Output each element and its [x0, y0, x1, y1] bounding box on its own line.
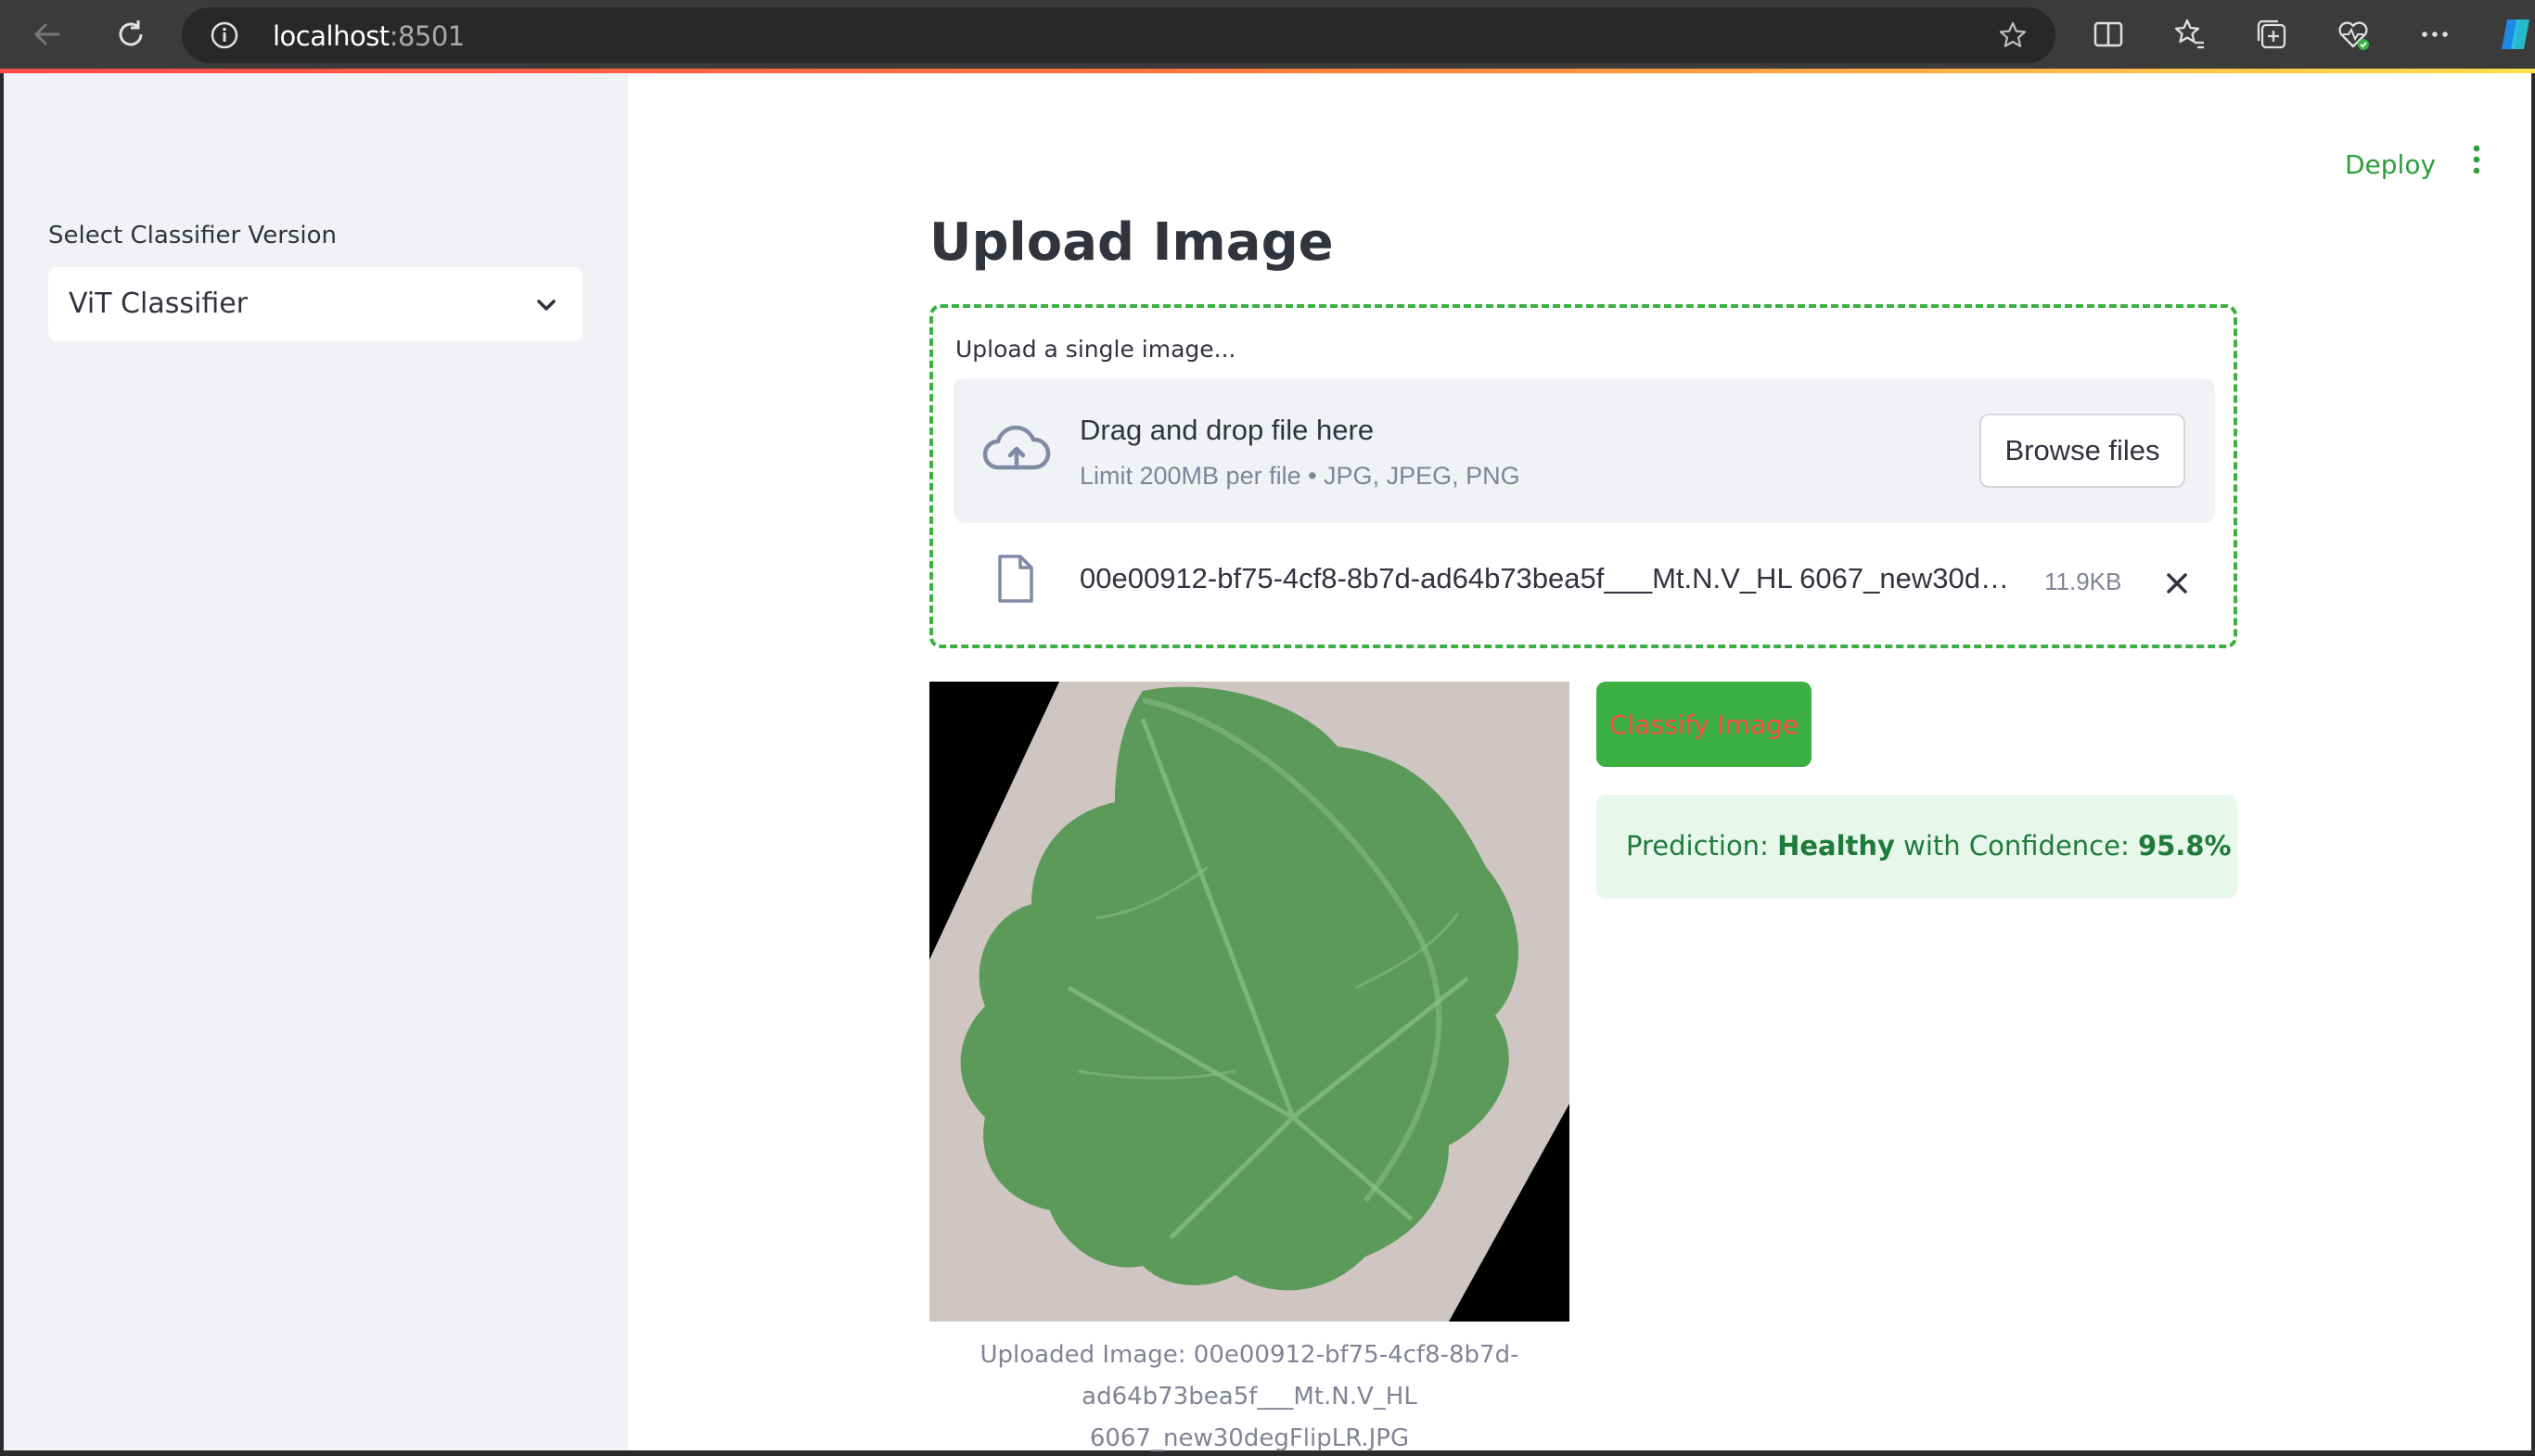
deploy-button[interactable]: Deploy	[2345, 149, 2436, 180]
prediction-alert: Prediction: Healthy with Confidence: 95.…	[1596, 795, 2237, 899]
url-port: :8501	[389, 20, 466, 52]
image-caption: Uploaded Image: 00e00912-bf75-4cf8-8b7d-…	[929, 1335, 1569, 1456]
more-icon	[2422, 32, 2448, 37]
classifier-select-value: ViT Classifier	[69, 287, 249, 320]
dropzone[interactable]: Drag and drop file here Limit 200MB per …	[954, 378, 2215, 523]
address-bar[interactable]: localhost:8501	[182, 7, 2055, 63]
prediction-confidence: 95.8%	[2137, 830, 2232, 862]
kebab-menu-icon[interactable]	[2469, 142, 2484, 179]
app-page: Select Classifier Version ViT Classifier…	[4, 73, 2531, 1452]
collections-icon	[2257, 19, 2286, 49]
reload-button[interactable]	[108, 11, 154, 57]
uploaded-file-name: 00e00912-bf75-4cf8-8b7d-ad64b73bea5f___M…	[1080, 562, 2009, 594]
dropzone-title: Drag and drop file here	[1080, 414, 1375, 446]
prediction-middle: with Confidence:	[1894, 830, 2138, 862]
page-title: Upload Image	[929, 212, 1334, 273]
health-icon	[2338, 21, 2369, 50]
prediction-prefix: Prediction:	[1626, 830, 1778, 862]
split-screen-button[interactable]	[2089, 15, 2128, 54]
browse-files-button[interactable]: Browse files	[1979, 414, 2185, 488]
url-text[interactable]: localhost:8501	[273, 20, 465, 52]
classifier-select[interactable]: ViT Classifier	[48, 267, 583, 341]
info-icon[interactable]	[210, 20, 239, 50]
dropzone-limits: Limit 200MB per file • JPG, JPEG, PNG	[1080, 462, 1520, 490]
favorites-button[interactable]	[2170, 15, 2209, 54]
leaf-photo	[929, 682, 1569, 1322]
uploaded-image	[929, 682, 1569, 1322]
star-icon[interactable]	[1998, 20, 2028, 50]
prediction-text: Prediction: Healthy with Confidence: 95.…	[1626, 830, 2232, 862]
back-button[interactable]	[24, 11, 70, 57]
uploaded-file-row: 00e00912-bf75-4cf8-8b7d-ad64b73bea5f___M…	[954, 542, 2215, 625]
chevron-down-icon	[537, 300, 556, 311]
prediction-label: Healthy	[1777, 830, 1895, 862]
image-caption-line2: ad64b73bea5f___Mt.N.V_HL 6067_new30degFl…	[1082, 1383, 1417, 1452]
cloud-upload-icon	[982, 425, 1051, 470]
copilot-icon	[2502, 19, 2529, 49]
image-caption-line1: Uploaded Image: 00e00912-bf75-4cf8-8b7d-	[979, 1341, 1519, 1369]
sidebar: Select Classifier Version ViT Classifier	[4, 73, 628, 1450]
split-screen-icon	[2093, 21, 2123, 47]
back-arrow-icon	[33, 23, 60, 45]
classify-image-button[interactable]: Classify Image	[1596, 682, 1812, 767]
favorites-icon	[2174, 19, 2204, 49]
browser-toolbar: localhost:8501	[0, 0, 2535, 69]
file-icon	[998, 555, 1033, 603]
uploader-label: Upload a single image...	[955, 336, 1236, 363]
reload-icon	[119, 20, 143, 46]
collections-button[interactable]	[2252, 15, 2291, 54]
classifier-select-label: Select Classifier Version	[48, 222, 338, 249]
close-icon[interactable]	[2163, 569, 2191, 597]
browser-essentials-button[interactable]	[2334, 15, 2373, 54]
url-host: localhost	[273, 20, 390, 52]
uploaded-file-size: 11.9KB	[2044, 568, 2122, 595]
copilot-button[interactable]	[2495, 15, 2534, 54]
more-button[interactable]	[2415, 15, 2454, 54]
file-uploader: Upload a single image... Drag and drop f…	[929, 304, 2237, 648]
